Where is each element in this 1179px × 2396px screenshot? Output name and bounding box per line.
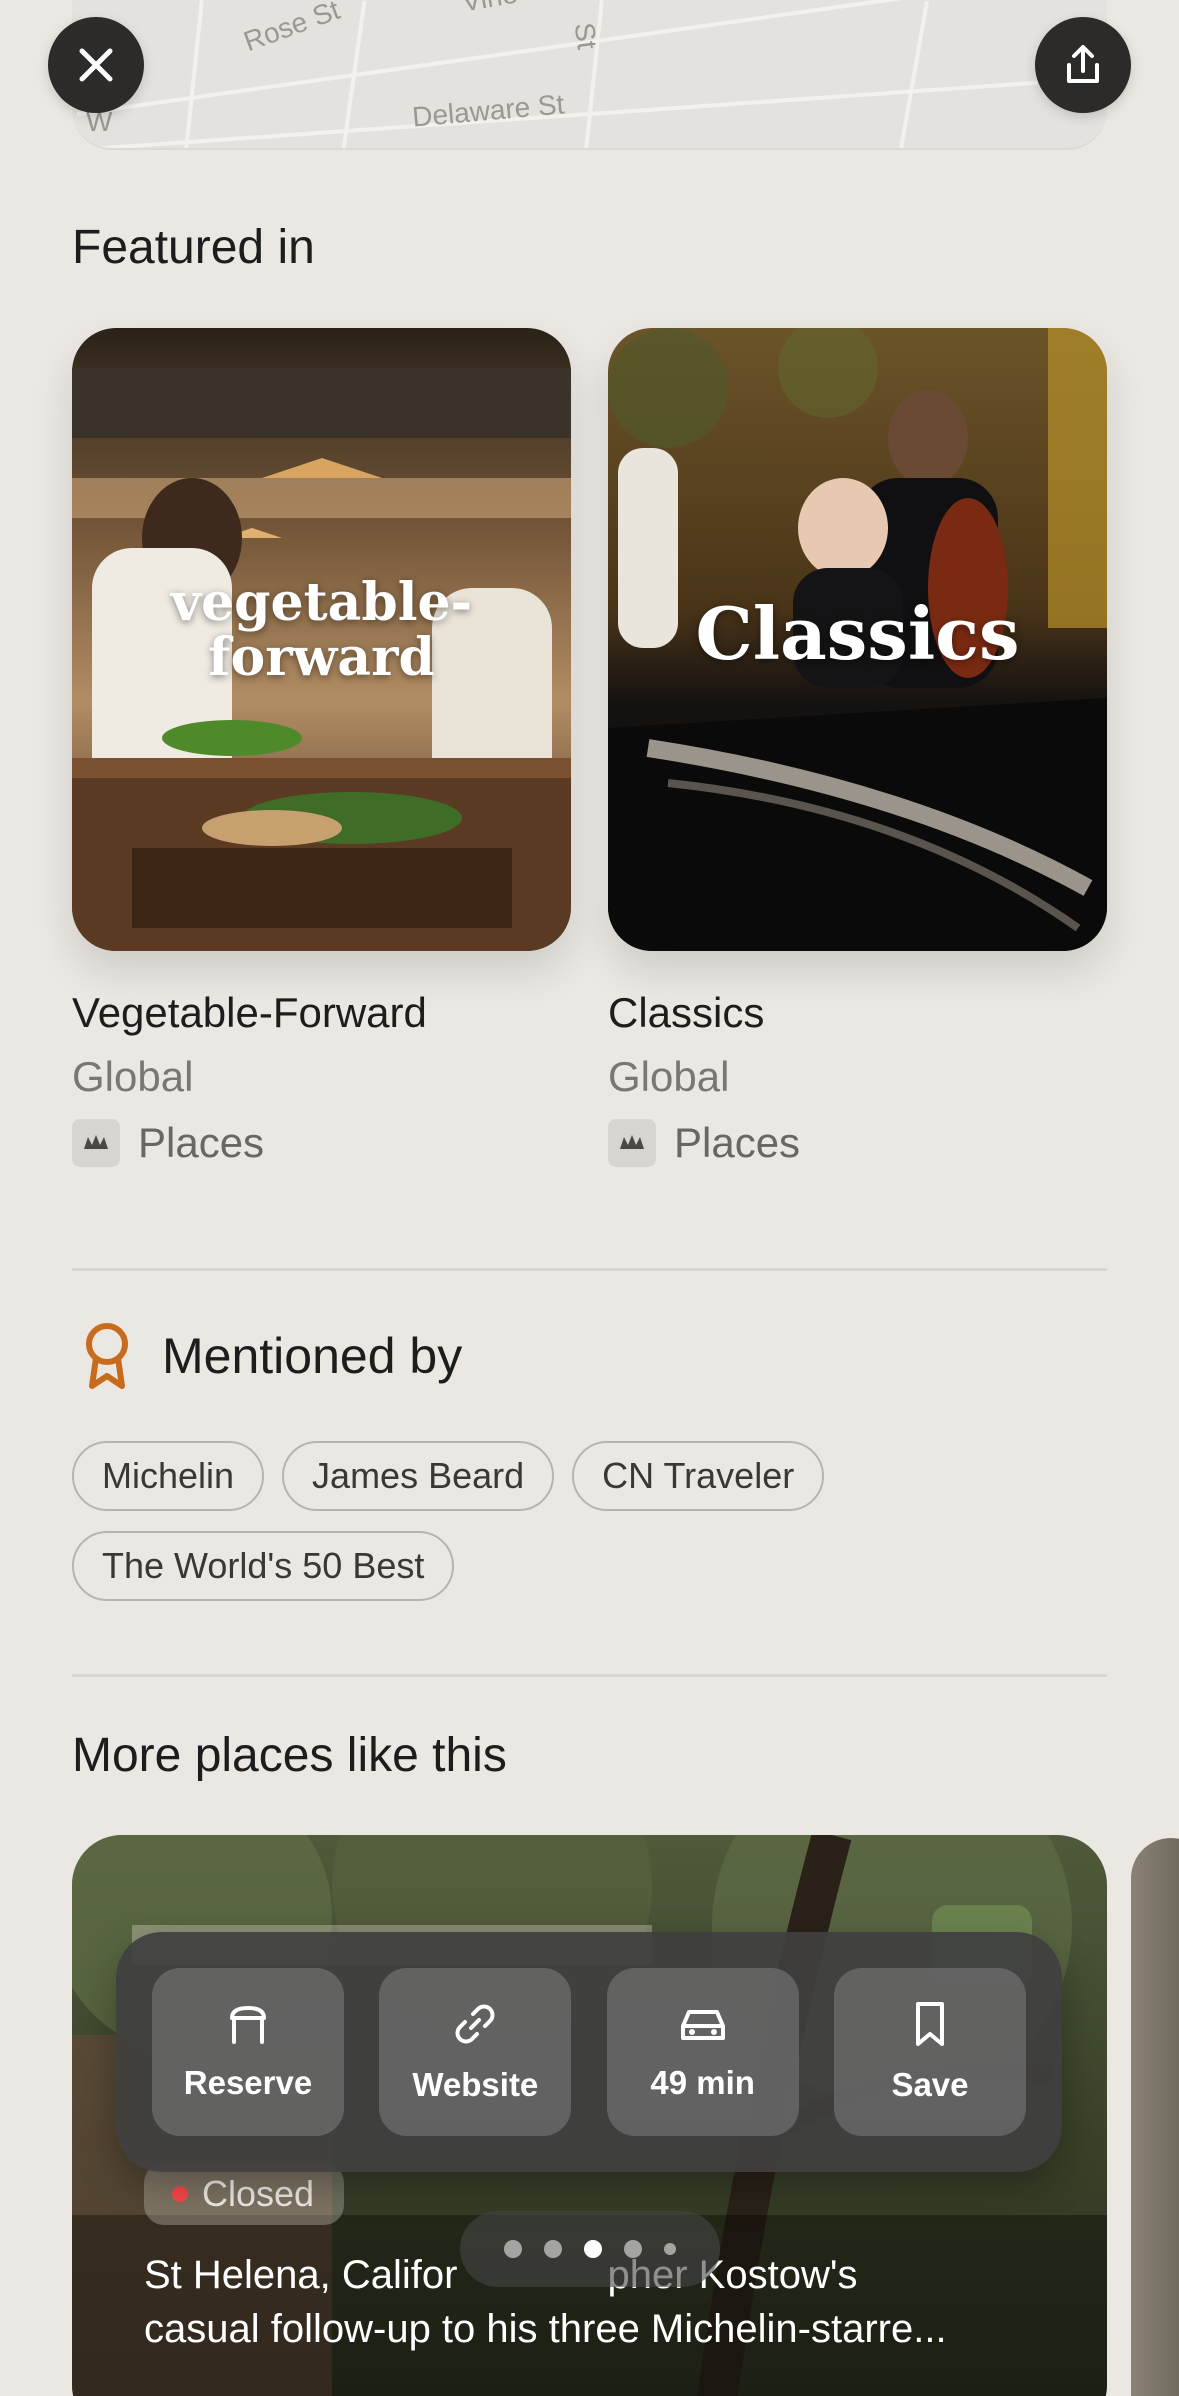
mention-chip-cn-traveler[interactable]: CN Traveler	[572, 1441, 825, 1511]
website-label: Website	[412, 2066, 539, 2103]
carousel-pager[interactable]	[460, 2211, 720, 2287]
mention-chip-worlds-50-best[interactable]: The World's 50 Best	[72, 1531, 455, 1601]
car-icon	[680, 2010, 725, 2040]
featured-card-meta: Places	[72, 1119, 571, 1167]
pager-dot-active[interactable]	[584, 2240, 602, 2258]
save-label: Save	[891, 2066, 969, 2103]
close-icon	[79, 48, 113, 82]
status-dot	[172, 2186, 188, 2202]
mentioned-header: Mentioned by	[72, 1320, 462, 1392]
status-label: Closed	[202, 2173, 315, 2214]
mention-chip-james-beard[interactable]: James Beard	[282, 1441, 555, 1511]
mentioned-title: Mentioned by	[162, 1328, 463, 1384]
featured-card-meta-label: Places	[138, 1119, 265, 1166]
section-divider	[72, 1674, 1107, 1677]
map-preview[interactable]: Rose St Vine Delaware St St W	[72, 0, 1107, 150]
reserve-label: Reserve	[183, 2064, 313, 2101]
save-button[interactable]: Save	[833, 1968, 1026, 2136]
featured-card-classics[interactable]: Classics Classics Global Places	[608, 328, 1107, 1167]
bookmark-icon	[915, 2002, 944, 2046]
link-icon	[455, 2004, 495, 2044]
map-street-label: Rose St	[239, 0, 344, 58]
featured-card-image: Classics	[608, 328, 1107, 951]
map-street-label: Vine	[460, 0, 520, 19]
places-badge-icon	[72, 1119, 120, 1167]
featured-card-overlay-text: Classics	[695, 591, 1020, 676]
pager-dot[interactable]	[544, 2240, 562, 2258]
featured-card-overlay-text: vegetable- forward	[170, 572, 473, 688]
featured-title: Featured in	[72, 221, 315, 274]
featured-card-name: Classics	[608, 989, 765, 1036]
directions-button[interactable]: 49 min	[606, 1968, 799, 2136]
map-street-label: St	[568, 20, 603, 52]
share-button[interactable]	[1035, 17, 1131, 113]
places-badge-icon	[608, 1119, 656, 1167]
section-divider	[72, 1268, 1107, 1271]
website-button[interactable]: Website	[379, 1968, 572, 2136]
travel-time-label: 49 min	[650, 2064, 755, 2101]
mentioned-chips: Michelin James Beard CN Traveler The Wor…	[72, 1441, 1107, 1601]
mention-chip-michelin[interactable]: Michelin	[72, 1441, 265, 1511]
close-button[interactable]	[48, 17, 144, 113]
more-places-title: More places like this	[72, 1729, 507, 1782]
pager-dot[interactable]	[504, 2240, 522, 2258]
featured-card-vegetable-forward[interactable]: vegetable- forward Vegetable-Forward Glo…	[72, 328, 571, 1167]
chair-icon	[230, 2006, 266, 2044]
award-ribbon-icon	[86, 1323, 128, 1389]
featured-card-name: Vegetable-Forward	[72, 989, 427, 1036]
share-icon	[1067, 45, 1099, 83]
reserve-button[interactable]: Reserve	[152, 1968, 344, 2136]
place-description-line2: casual follow-up to his three Michelin-s…	[144, 2307, 947, 2351]
featured-card-meta-label: Places	[674, 1119, 801, 1166]
featured-card-scope: Global	[72, 1053, 194, 1100]
featured-card-meta: Places	[608, 1119, 1107, 1167]
map-street-label: Delaware St	[410, 88, 566, 133]
featured-card-scope: Global	[608, 1053, 730, 1100]
featured-card-image: vegetable- forward	[72, 328, 571, 951]
pager-dot[interactable]	[664, 2243, 676, 2255]
status-badge: Closed	[144, 2163, 345, 2225]
place-description-line1: St Helena, Califor	[144, 2253, 458, 2297]
pager-dot[interactable]	[624, 2240, 642, 2258]
next-place-card-peek[interactable]	[1131, 1838, 1179, 2396]
action-bar: Reserve Website 49 min Save	[116, 1932, 1062, 2172]
